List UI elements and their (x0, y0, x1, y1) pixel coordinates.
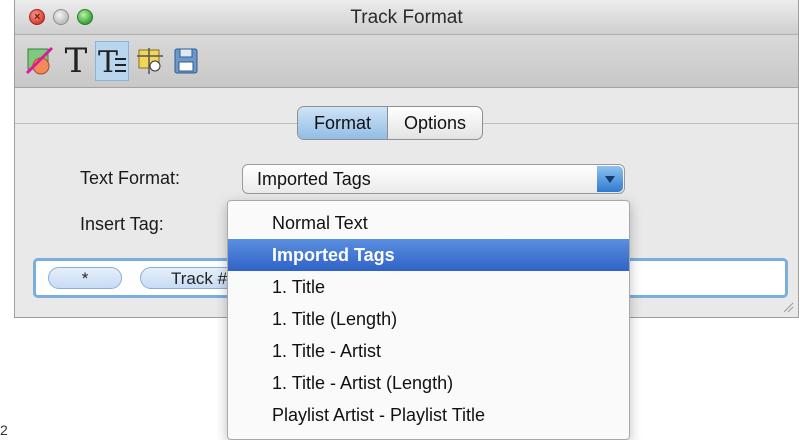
tab-options[interactable]: Options (388, 107, 482, 139)
text-icon: T (64, 41, 88, 81)
tab-format[interactable]: Format (298, 107, 389, 139)
menu-item-normal-text[interactable]: Normal Text (228, 207, 629, 239)
text-format-icon: T (98, 45, 126, 78)
window-title: Track Format (350, 7, 463, 28)
text-tool-button[interactable]: T (59, 41, 93, 81)
text-format-value: Imported Tags (257, 169, 371, 189)
save-tool-button[interactable] (169, 41, 203, 81)
token-asterisk[interactable]: * (48, 267, 122, 289)
text-format-tool-button[interactable]: T (95, 41, 129, 81)
menu-item-title-artist[interactable]: 1. Title - Artist (228, 335, 629, 367)
stray-text: 2 (0, 422, 8, 438)
menu-item-title-artist-length[interactable]: 1. Title - Artist (Length) (228, 367, 629, 399)
image-position-tool-button[interactable] (133, 41, 167, 81)
toolbar: T T (15, 35, 798, 88)
svg-text:T: T (98, 45, 118, 78)
insert-tag-label: Insert Tag: (80, 214, 164, 234)
menu-item-title-length[interactable]: 1. Title (Length) (228, 303, 629, 335)
title-bar[interactable]: × Track Format (15, 0, 798, 35)
chevron-down-icon (605, 175, 615, 183)
color-swatch-icon (25, 46, 54, 75)
image-position-icon (137, 48, 163, 74)
resize-grip-icon[interactable] (782, 301, 794, 313)
popup-arrow-button[interactable] (597, 166, 623, 192)
save-icon (174, 48, 198, 74)
color-swatch-button[interactable] (23, 41, 57, 81)
menu-item-playlist-artist-title[interactable]: Playlist Artist - Playlist Title (228, 399, 629, 431)
text-format-dropdown-menu: Normal Text Imported Tags 1. Title 1. Ti… (227, 200, 630, 440)
menu-item-imported-tags[interactable]: Imported Tags (228, 239, 629, 271)
menu-item-title[interactable]: 1. Title (228, 271, 629, 303)
text-format-popup[interactable]: Imported Tags (242, 164, 625, 194)
text-format-label: Text Format: (80, 168, 181, 188)
tab-control: Format Options (297, 106, 484, 140)
